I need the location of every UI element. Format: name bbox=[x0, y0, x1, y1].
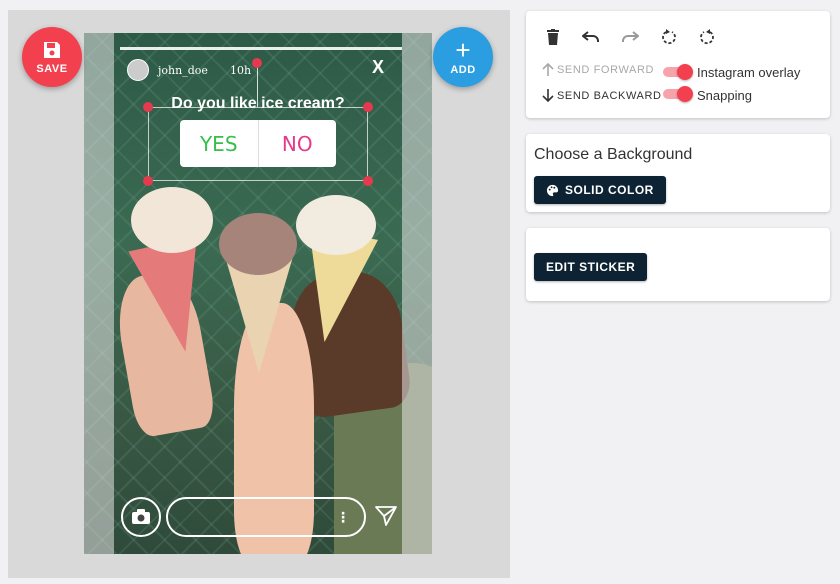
poll-option-yes[interactable]: YES bbox=[180, 120, 259, 167]
solid-color-label: SOLID COLOR bbox=[565, 183, 654, 197]
undo-icon[interactable] bbox=[581, 27, 601, 47]
story-frame[interactable]: john_doe 10h X Do you like ice cream? YE… bbox=[84, 33, 432, 554]
instagram-overlay-left bbox=[84, 33, 114, 554]
ice-cream-scoop bbox=[296, 195, 376, 255]
rotate-right-icon[interactable] bbox=[697, 27, 717, 47]
sticker-panel: EDIT STICKER bbox=[526, 228, 830, 301]
save-button[interactable]: SAVE bbox=[22, 27, 82, 87]
story-progress-bar bbox=[120, 47, 402, 50]
story-timestamp: 10h bbox=[230, 64, 252, 77]
sticker-resize-handle[interactable] bbox=[363, 176, 373, 186]
more-icon[interactable]: ⋮ bbox=[336, 509, 350, 526]
snapping-toggle[interactable] bbox=[663, 86, 693, 102]
toggle-knob bbox=[677, 86, 693, 102]
save-label: SAVE bbox=[36, 62, 68, 75]
solid-color-button[interactable]: SOLID COLOR bbox=[534, 176, 666, 204]
avatar bbox=[127, 59, 149, 81]
sticker-rotate-handle[interactable] bbox=[252, 58, 262, 68]
rotate-left-icon[interactable] bbox=[659, 27, 679, 47]
instagram-overlay-right bbox=[402, 33, 432, 554]
poll-options: YES NO bbox=[180, 120, 336, 167]
add-button[interactable]: + ADD bbox=[433, 27, 493, 87]
redo-icon[interactable] bbox=[620, 27, 640, 47]
floppy-disk-icon bbox=[44, 41, 60, 58]
editor-canvas: john_doe 10h X Do you like ice cream? YE… bbox=[8, 10, 510, 578]
send-backward-label: SEND BACKWARD bbox=[557, 89, 662, 102]
send-forward-label: SEND FORWARD bbox=[557, 63, 655, 76]
camera-icon bbox=[132, 509, 150, 524]
tools-panel: SEND FORWARD SEND BACKWARD Instagram ove… bbox=[526, 11, 830, 118]
story-username: john_doe bbox=[158, 64, 208, 77]
instagram-overlay-toggle[interactable] bbox=[663, 64, 693, 80]
close-icon[interactable]: X bbox=[372, 57, 384, 78]
edit-sticker-label: EDIT STICKER bbox=[546, 260, 636, 274]
add-label: ADD bbox=[450, 63, 476, 76]
trash-icon[interactable] bbox=[543, 27, 563, 47]
toggle-knob bbox=[677, 64, 693, 80]
send-forward-button[interactable]: SEND FORWARD bbox=[542, 63, 654, 76]
sticker-resize-handle[interactable] bbox=[143, 176, 153, 186]
sticker-question: Do you like ice cream? bbox=[171, 95, 345, 112]
palette-icon bbox=[546, 184, 559, 196]
arrow-down-icon bbox=[542, 89, 554, 102]
ice-cream-scoop bbox=[219, 213, 297, 275]
camera-button[interactable] bbox=[121, 497, 161, 537]
snapping-label: Snapping bbox=[697, 88, 752, 103]
send-backward-button[interactable]: SEND BACKWARD bbox=[542, 89, 662, 102]
send-message-input[interactable]: ⋮ bbox=[166, 497, 366, 537]
background-title: Choose a Background bbox=[534, 146, 693, 163]
ice-cream-scoop bbox=[131, 187, 213, 253]
edit-sticker-button[interactable]: EDIT STICKER bbox=[534, 253, 648, 281]
poll-option-no[interactable]: NO bbox=[259, 120, 337, 167]
send-icon[interactable] bbox=[374, 505, 398, 527]
instagram-overlay-label: Instagram overlay bbox=[697, 65, 801, 80]
arrow-up-icon bbox=[542, 63, 554, 76]
background-panel: Choose a Background SOLID COLOR bbox=[526, 134, 830, 212]
plus-icon: + bbox=[455, 34, 471, 65]
